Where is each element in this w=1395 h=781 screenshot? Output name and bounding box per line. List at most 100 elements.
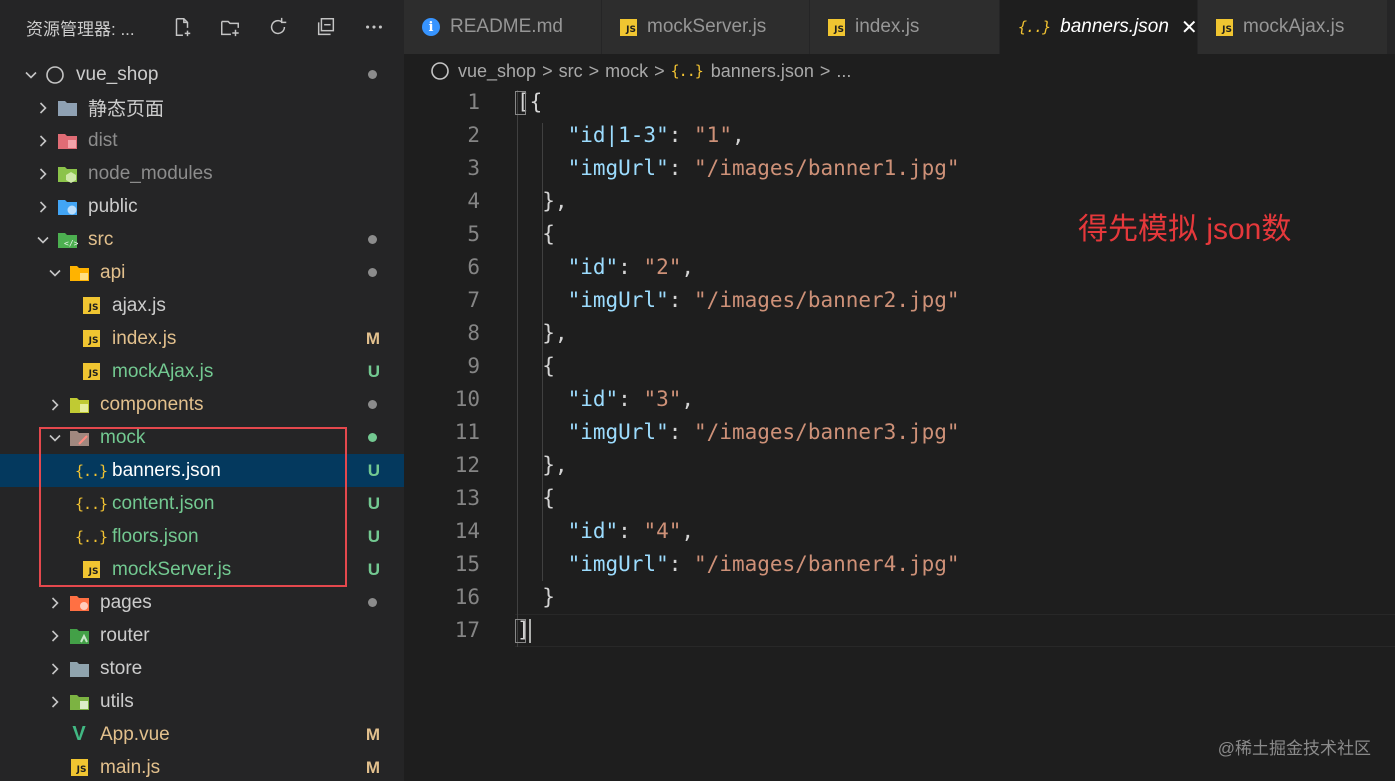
json-string: "/images/banner3.jpg" [694, 420, 960, 444]
explorer-header: 资源管理器: ... [0, 0, 404, 54]
line-number: 11 [454, 420, 480, 444]
chevron-right-icon[interactable] [46, 594, 64, 612]
tree-item[interactable]: JS mockServer.js U [0, 553, 404, 586]
tree-item[interactable]: JS ajax.js [0, 289, 404, 322]
tree-item[interactable]: pages [0, 586, 404, 619]
tree-item[interactable]: node_modules [0, 157, 404, 190]
chevron-down-icon[interactable] [22, 66, 40, 84]
code-line: 8 }, [404, 317, 1395, 350]
git-status-badge: U [367, 361, 380, 381]
tab-label: README.md [450, 16, 563, 37]
chevron-down-icon[interactable] [34, 231, 52, 249]
line-number: 17 [454, 618, 480, 642]
json-punctuation: { [517, 354, 555, 378]
pages-folder-icon [68, 593, 90, 613]
json-punctuation: : [618, 255, 644, 279]
tab-label: index.js [855, 16, 920, 37]
tree-item[interactable]: vue_shop [0, 58, 404, 91]
explorer-title: 资源管理器: ... [26, 20, 135, 39]
line-number: 10 [454, 387, 480, 411]
new-file-icon[interactable] [158, 14, 206, 40]
chevron-right-icon[interactable] [34, 198, 52, 216]
breadcrumb-separator: > [588, 60, 600, 81]
tab-index-js[interactable]: JS index.js [810, 0, 1000, 54]
tree-item[interactable]: JS index.js M [0, 322, 404, 355]
tree-item[interactable]: mock [0, 421, 404, 454]
json-key: "imgUrl" [567, 552, 669, 576]
json-string: "/images/banner1.jpg" [694, 156, 960, 180]
new-folder-icon[interactable] [206, 14, 254, 40]
json-punctuation [517, 255, 568, 279]
code-editor[interactable]: 1[{2 "id|1-3": "1", 3 "imgUrl": "/images/… [404, 86, 1395, 781]
status-dot [368, 268, 377, 277]
tree-item[interactable]: components [0, 388, 404, 421]
tree-item[interactable]: router [0, 619, 404, 652]
breadcrumb-separator: > [654, 60, 665, 81]
json-punctuation: : [668, 288, 695, 312]
components-folder-icon [68, 395, 90, 415]
tree-item[interactable]: store [0, 652, 404, 685]
tree-item[interactable]: 静态页面 [0, 91, 404, 124]
js-file-icon: JS [1216, 18, 1233, 36]
tab-banners-json[interactable]: {..} banners.json ✕ [1000, 0, 1198, 54]
json-punctuation [517, 519, 568, 543]
line-number: 4 [467, 189, 480, 213]
code-line: 15 "imgUrl": "/images/banner4.jpg" [404, 548, 1395, 581]
tree-item-label: mockServer.js [112, 558, 232, 580]
tree-item[interactable]: </> src [0, 223, 404, 256]
tab-readme-md[interactable]: i README.md [404, 0, 602, 54]
tree-item[interactable]: {..} floors.json U [0, 520, 404, 553]
code-text: "id": "3", [517, 383, 694, 416]
chevron-down-icon[interactable] [46, 429, 64, 447]
json-punctuation: , [681, 387, 695, 411]
file-tree: vue_shop 静态页面 dist node_modules public </> src… [0, 58, 404, 781]
tree-item[interactable]: public [0, 190, 404, 223]
chevron-right-icon[interactable] [46, 627, 64, 645]
tree-item[interactable]: JS mockAjax.js U [0, 355, 404, 388]
more-icon[interactable] [350, 14, 398, 40]
line-number: 3 [467, 156, 480, 180]
js-file-icon: JS [80, 362, 102, 382]
chevron-right-icon[interactable] [46, 693, 64, 711]
code-line: 14 "id": "4", [404, 515, 1395, 548]
json-punctuation: : [618, 519, 644, 543]
tree-item-label: api [100, 261, 126, 283]
code-text: "id|1-3": "1", [517, 119, 745, 152]
chevron-right-icon[interactable] [34, 165, 52, 183]
mock-folder-icon [68, 428, 90, 448]
json-punctuation: : [668, 420, 695, 444]
breadcrumb-item[interactable]: banners.json [711, 61, 814, 82]
tree-item[interactable]: utils [0, 685, 404, 718]
line-number: 12 [454, 453, 480, 477]
tree-item[interactable]: {..} banners.json U [0, 454, 404, 487]
json-file-icon: {..} [1018, 18, 1051, 36]
tree-item[interactable]: api [0, 256, 404, 289]
tree-item[interactable]: JS main.js M [0, 751, 404, 781]
tree-item[interactable]: dist [0, 124, 404, 157]
breadcrumb-item[interactable]: vue_shop [458, 61, 536, 82]
breadcrumb-item[interactable]: mock [605, 61, 648, 82]
tab-mockserver-js[interactable]: JS mockServer.js [602, 0, 810, 54]
json-key: "id" [567, 255, 619, 279]
chevron-right-icon[interactable] [34, 99, 52, 117]
tree-item[interactable]: {..} content.json U [0, 487, 404, 520]
chevron-right-icon[interactable] [34, 132, 52, 150]
tree-item[interactable]: V App.vue M [0, 718, 404, 751]
chevron-down-icon[interactable] [46, 264, 64, 282]
chevron-right-icon[interactable] [46, 396, 64, 414]
code-text: { [517, 350, 555, 383]
breadcrumb-item[interactable]: src [559, 61, 583, 82]
close-icon[interactable]: ✕ [1181, 15, 1198, 40]
collapse-all-icon[interactable] [302, 14, 350, 40]
code-line: 17] [404, 614, 1395, 647]
tab-mockajax-js[interactable]: JS mockAjax.js [1198, 0, 1388, 54]
tree-item-label: mock [100, 426, 146, 448]
line-number: 16 [454, 585, 480, 609]
breadcrumb-ellipsis[interactable]: ... [836, 61, 851, 82]
refresh-icon[interactable] [254, 14, 302, 40]
code-line: 7 "imgUrl": "/images/banner2.jpg" [404, 284, 1395, 317]
chevron-right-icon[interactable] [46, 660, 64, 678]
code-text: }, [517, 185, 567, 218]
line-number: 7 [467, 288, 480, 312]
code-line: 13 { [404, 482, 1395, 515]
